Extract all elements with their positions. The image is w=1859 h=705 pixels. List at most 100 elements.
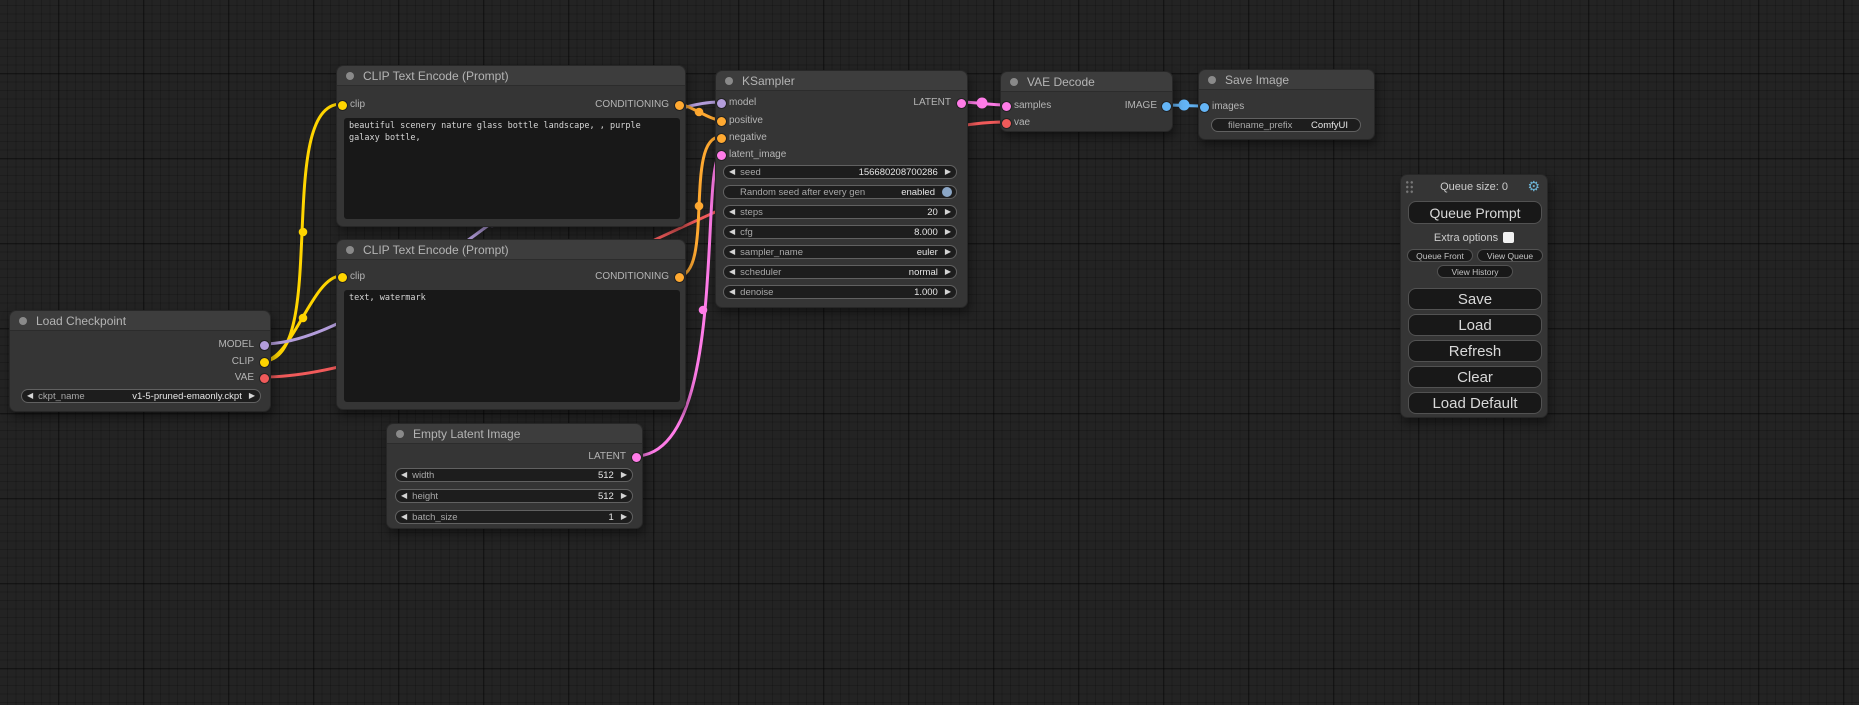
output-label-model: MODEL (218, 338, 254, 352)
decrement-arrow-icon[interactable]: ◀ (401, 490, 407, 502)
decrement-arrow-icon[interactable]: ◀ (401, 469, 407, 481)
port-model-input[interactable] (717, 99, 726, 108)
extra-options-label: Extra options (1434, 232, 1498, 244)
decrement-arrow-icon[interactable]: ◀ (729, 246, 735, 258)
port-clip-input[interactable] (338, 273, 347, 282)
port-clip-input[interactable] (338, 101, 347, 110)
increment-arrow-icon[interactable]: ▶ (945, 206, 951, 218)
collapse-dot-icon[interactable] (396, 430, 404, 438)
output-label-latent: LATENT (913, 96, 951, 110)
denoise-widget[interactable]: ◀ denoise 1.000 ▶ (723, 285, 957, 299)
width-widget[interactable]: ◀ width 512 ▶ (395, 468, 633, 482)
node-title[interactable]: Empty Latent Image (387, 424, 642, 444)
view-history-button[interactable]: View History (1437, 265, 1513, 278)
decrement-arrow-icon[interactable]: ◀ (729, 286, 735, 298)
input-label-negative: negative (729, 131, 767, 145)
port-samples-input[interactable] (1002, 102, 1011, 111)
port-latent-output[interactable] (632, 453, 641, 462)
port-positive-input[interactable] (717, 117, 726, 126)
increment-arrow-icon[interactable]: ▶ (945, 266, 951, 278)
output-label-conditioning: CONDITIONING (595, 98, 669, 112)
input-label-samples: samples (1014, 99, 1051, 113)
filename-prefix-widget[interactable]: filename_prefix ComfyUI (1211, 118, 1361, 132)
graph-canvas[interactable]: Load Checkpoint MODEL CLIP VAE ◀ ckpt_na… (0, 0, 1859, 705)
port-latent-image-input[interactable] (717, 151, 726, 160)
node-title[interactable]: KSampler (716, 71, 967, 91)
decrement-arrow-icon[interactable]: ◀ (729, 266, 735, 278)
port-conditioning-output[interactable] (675, 101, 684, 110)
node-load-checkpoint[interactable]: Load Checkpoint MODEL CLIP VAE ◀ ckpt_na… (9, 310, 271, 412)
increment-arrow-icon[interactable]: ▶ (945, 226, 951, 238)
node-title[interactable]: CLIP Text Encode (Prompt) (337, 240, 685, 260)
link-dot (695, 202, 704, 211)
collapse-dot-icon[interactable] (725, 77, 733, 85)
link-dot (699, 306, 708, 315)
decrement-arrow-icon[interactable]: ◀ (401, 511, 407, 523)
increment-arrow-icon[interactable]: ▶ (945, 246, 951, 258)
decrement-arrow-icon[interactable]: ◀ (729, 166, 735, 178)
load-default-button[interactable]: Load Default (1408, 392, 1542, 414)
negative-prompt-textarea[interactable]: text, watermark (344, 290, 680, 402)
node-title[interactable]: Load Checkpoint (10, 311, 270, 331)
link-dot (977, 98, 988, 109)
node-clip-text-encode-negative[interactable]: CLIP Text Encode (Prompt) clip CONDITION… (336, 239, 686, 410)
collapse-dot-icon[interactable] (1208, 76, 1216, 84)
port-vae-output[interactable] (260, 374, 269, 383)
clear-button[interactable]: Clear (1408, 366, 1542, 388)
seed-widget[interactable]: ◀ seed 156680208700286 ▶ (723, 165, 957, 179)
height-widget[interactable]: ◀ height 512 ▶ (395, 489, 633, 503)
node-title[interactable]: Save Image (1199, 70, 1374, 90)
node-clip-text-encode-positive[interactable]: CLIP Text Encode (Prompt) clip CONDITION… (336, 65, 686, 227)
increment-arrow-icon[interactable]: ▶ (621, 490, 627, 502)
refresh-button[interactable]: Refresh (1408, 340, 1542, 362)
batch-size-widget[interactable]: ◀ batch_size 1 ▶ (395, 510, 633, 524)
increment-arrow-icon[interactable]: ▶ (945, 166, 951, 178)
collapse-dot-icon[interactable] (346, 72, 354, 80)
port-model-output[interactable] (260, 341, 269, 350)
random-seed-toggle[interactable] (942, 187, 952, 197)
node-empty-latent-image[interactable]: Empty Latent Image LATENT ◀ width 512 ▶ … (386, 423, 643, 529)
port-clip-output[interactable] (260, 358, 269, 367)
increment-arrow-icon[interactable]: ▶ (945, 286, 951, 298)
steps-widget[interactable]: ◀ steps 20 ▶ (723, 205, 957, 219)
cfg-widget[interactable]: ◀ cfg 8.000 ▶ (723, 225, 957, 239)
collapse-dot-icon[interactable] (346, 246, 354, 254)
load-button[interactable]: Load (1408, 314, 1542, 336)
gear-icon[interactable]: ⚙ (1527, 178, 1540, 195)
queue-front-button[interactable]: Queue Front (1407, 249, 1473, 262)
ckpt-name-widget[interactable]: ◀ ckpt_name v1-5-pruned-emaonly.ckpt ▶ (21, 389, 261, 403)
node-title[interactable]: CLIP Text Encode (Prompt) (337, 66, 685, 86)
input-label-clip: clip (350, 98, 365, 112)
node-ksampler[interactable]: KSampler model positive negative latent_… (715, 70, 968, 308)
port-conditioning-output[interactable] (675, 273, 684, 282)
scheduler-widget[interactable]: ◀ scheduler normal ▶ (723, 265, 957, 279)
increment-arrow-icon[interactable]: ▶ (621, 469, 627, 481)
decrement-arrow-icon[interactable]: ◀ (729, 226, 735, 238)
increment-arrow-icon[interactable]: ▶ (249, 390, 255, 402)
output-label-latent: LATENT (588, 450, 626, 464)
decrement-arrow-icon[interactable]: ◀ (27, 390, 33, 402)
collapse-dot-icon[interactable] (1010, 78, 1018, 86)
increment-arrow-icon[interactable]: ▶ (621, 511, 627, 523)
save-button[interactable]: Save (1408, 288, 1542, 310)
input-label-model: model (729, 96, 756, 110)
random-seed-widget[interactable]: Random seed after every gen enabled (723, 185, 957, 199)
extra-options-checkbox[interactable] (1503, 232, 1514, 243)
node-title[interactable]: VAE Decode (1001, 72, 1172, 92)
input-label-vae: vae (1014, 116, 1030, 130)
node-vae-decode[interactable]: VAE Decode samples vae IMAGE (1000, 71, 1173, 132)
queue-prompt-button[interactable]: Queue Prompt (1408, 201, 1542, 224)
queue-panel: Queue size: 0 ⚙ Queue Prompt Extra optio… (1400, 174, 1548, 418)
node-save-image[interactable]: Save Image images filename_prefix ComfyU… (1198, 69, 1375, 140)
port-latent-output[interactable] (957, 99, 966, 108)
port-vae-input[interactable] (1002, 119, 1011, 128)
port-image-output[interactable] (1162, 102, 1171, 111)
positive-prompt-textarea[interactable]: beautiful scenery nature glass bottle la… (344, 118, 680, 219)
collapse-dot-icon[interactable] (19, 317, 27, 325)
port-images-input[interactable] (1200, 103, 1209, 112)
sampler-name-widget[interactable]: ◀ sampler_name euler ▶ (723, 245, 957, 259)
port-negative-input[interactable] (717, 134, 726, 143)
input-label-positive: positive (729, 114, 763, 128)
view-queue-button[interactable]: View Queue (1477, 249, 1543, 262)
decrement-arrow-icon[interactable]: ◀ (729, 206, 735, 218)
